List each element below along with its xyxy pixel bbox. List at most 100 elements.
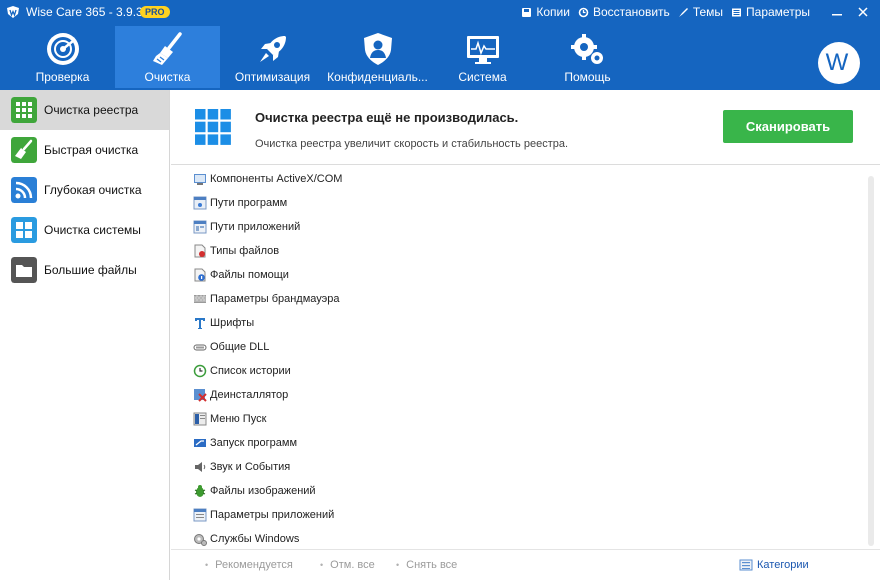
settings-icon: [732, 8, 742, 16]
list-item[interactable]: Деинсталлятор: [193, 383, 853, 407]
sidebar-item-quick-clean[interactable]: Быстрая очистка: [0, 130, 169, 170]
list-item-label: Звук и События: [210, 461, 291, 473]
tab-cleaning-label: Очистка: [144, 70, 191, 84]
sidebar-item-system-clean[interactable]: Очистка системы: [0, 210, 169, 250]
help-files-icon: [194, 268, 206, 282]
windows-clean-icon: [11, 217, 37, 243]
settings-label: Параметры: [746, 5, 810, 19]
restore-link[interactable]: Восстановить: [578, 5, 670, 19]
tab-system[interactable]: Система: [430, 26, 535, 88]
list-item-label: Общие DLL: [210, 341, 270, 353]
tab-help[interactable]: Помощь: [535, 26, 640, 88]
gears-icon: [570, 34, 603, 64]
list-scrollbar[interactable]: [866, 176, 876, 572]
main-nav: Проверка Очистка Оптимизация Конфиденциа…: [10, 26, 640, 90]
close-button[interactable]: [852, 2, 874, 22]
app-settings-icon: [193, 508, 207, 522]
list-item[interactable]: Параметры приложений: [193, 503, 853, 527]
list-item-label: Деинсталлятор: [210, 389, 289, 401]
sound-icon: [195, 462, 206, 472]
list-item-label: Параметры брандмауэра: [210, 293, 340, 305]
tab-cleaning[interactable]: Очистка: [115, 26, 220, 88]
themes-icon: [678, 7, 688, 17]
services-icon: [194, 534, 207, 546]
recommended-link[interactable]: Рекомендуется: [205, 559, 293, 571]
list-item[interactable]: Общие DLL: [193, 335, 853, 359]
top-links: Копии Восстановить Темы Параметры: [513, 0, 874, 24]
select-all-link[interactable]: Отм. все: [320, 559, 375, 571]
list-item[interactable]: Файлы изображений: [193, 479, 853, 503]
deep-clean-icon: [11, 177, 37, 203]
app-logo-icon: [7, 6, 19, 18]
radar-icon: [46, 33, 79, 65]
list-item[interactable]: Службы Windows: [193, 527, 853, 551]
start-menu-icon: [193, 412, 207, 426]
themes-label: Темы: [692, 5, 724, 19]
list-item[interactable]: Звук и События: [193, 455, 853, 479]
scan-button[interactable]: Сканировать: [723, 110, 853, 143]
list-item-label: Файлы помощи: [210, 269, 289, 281]
tab-privacy[interactable]: Конфиденциаль...: [325, 26, 430, 88]
activex-icon: [194, 174, 206, 185]
sidebar-item-deep-clean-label: Глубокая очистка: [44, 183, 142, 197]
minimize-button[interactable]: [826, 2, 848, 22]
categories-button[interactable]: Категории: [739, 558, 809, 572]
sidebar-item-registry-label: Очистка реестра: [44, 103, 139, 117]
scroll-thumb[interactable]: [868, 176, 874, 546]
history-icon: [193, 364, 207, 378]
list-item[interactable]: Файлы помощи: [193, 263, 853, 287]
backup-icon: [522, 7, 532, 17]
list-item[interactable]: Параметры брандмауэра: [193, 287, 853, 311]
list-item-label: Меню Пуск: [210, 413, 267, 425]
deselect-all-link[interactable]: Снять все: [396, 559, 457, 571]
app-paths-icon: [193, 220, 207, 234]
sidebar-item-deep-clean[interactable]: Глубокая очистка: [0, 170, 169, 210]
registry-grid-icon: [195, 109, 231, 145]
tab-check[interactable]: Проверка: [10, 26, 115, 88]
uninstaller-icon: [194, 389, 207, 402]
sidebar-item-system-clean-label: Очистка системы: [44, 223, 141, 237]
list-item[interactable]: Пути приложений: [193, 215, 853, 239]
rocket-icon: [259, 36, 286, 62]
user-avatar[interactable]: W: [818, 42, 860, 84]
list-item[interactable]: Компоненты ActiveX/COM: [193, 167, 853, 191]
shield-user-icon: [363, 33, 392, 65]
list-item-label: Запуск программ: [210, 437, 298, 449]
list-item[interactable]: Список истории: [193, 359, 853, 383]
settings-link[interactable]: Параметры: [731, 5, 810, 19]
shared-dll-icon: [193, 344, 207, 351]
app-title: Wise Care 365 - 3.9.3: [26, 5, 143, 19]
large-files-icon: [11, 257, 37, 283]
sidebar-item-quick-clean-label: Быстрая очистка: [44, 143, 139, 157]
sidebar-item-large-files-label: Большие файлы: [44, 263, 137, 277]
list-item[interactable]: Типы файлов: [193, 239, 853, 263]
list-footer: Рекомендуется Отм. все Снять все Категор…: [171, 549, 880, 580]
tab-optimization[interactable]: Оптимизация: [220, 26, 325, 88]
list-item[interactable]: Меню Пуск: [193, 407, 853, 431]
sidebar: Очистка реестра Быстрая очистка Глубокая…: [0, 90, 170, 580]
startup-icon: [194, 439, 206, 447]
firewall-icon: [194, 295, 206, 303]
sidebar-item-large-files[interactable]: Большие файлы: [0, 250, 169, 290]
sidebar-item-registry[interactable]: Очистка реестра: [0, 90, 169, 130]
list-item-label: Пути приложений: [210, 221, 301, 233]
tab-help-label: Помощь: [564, 70, 611, 84]
list-item-label: Шрифты: [210, 317, 255, 329]
list-item-label: Типы файлов: [210, 245, 280, 257]
themes-link[interactable]: Темы: [678, 5, 723, 19]
title-bar: Wise Care 365 - 3.9.3 PRO Копии Восстано…: [0, 0, 880, 24]
categories-icon: [739, 559, 753, 571]
list-item[interactable]: Запуск программ: [193, 431, 853, 455]
banner-title: Очистка реестра ещё не производилась.: [255, 110, 519, 125]
list-item-label: Параметры приложений: [210, 509, 335, 521]
restore-icon: [578, 7, 589, 17]
backup-link[interactable]: Копии: [521, 5, 570, 19]
list-item[interactable]: Пути программ: [193, 191, 853, 215]
list-item[interactable]: Шрифты: [193, 311, 853, 335]
tab-optimization-label: Оптимизация: [234, 70, 311, 84]
registry-category-list: Компоненты ActiveX/COM Пути программ Пут…: [193, 167, 853, 551]
program-paths-icon: [193, 196, 207, 210]
monitor-icon: [466, 36, 499, 64]
broom-icon: [152, 32, 182, 65]
list-item-label: Список истории: [210, 365, 291, 377]
